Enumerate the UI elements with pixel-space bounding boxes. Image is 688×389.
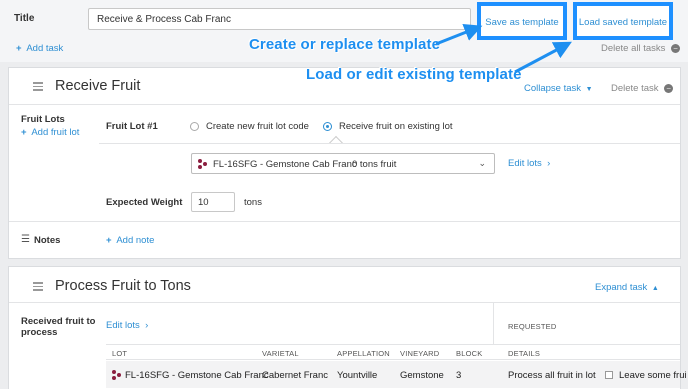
callout-arrows (435, 23, 572, 74)
arrow-to-save (435, 23, 483, 46)
arrow-to-load (514, 41, 572, 74)
